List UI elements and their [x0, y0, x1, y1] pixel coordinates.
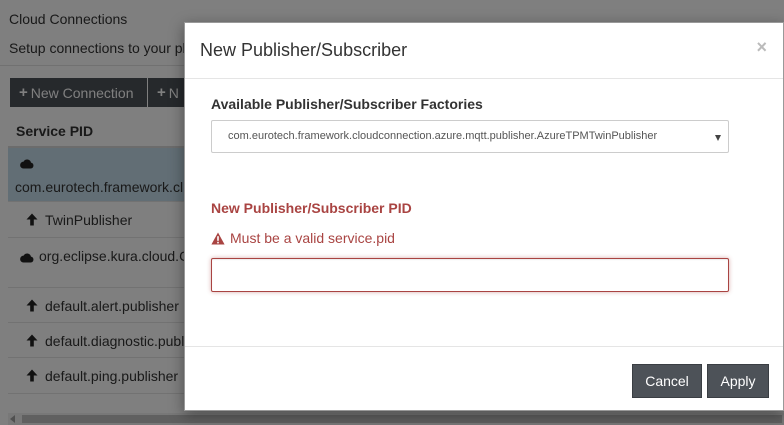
- pid-label: New Publisher/Subscriber PID: [211, 200, 412, 216]
- factories-label: Available Publisher/Subscriber Factories: [211, 96, 483, 112]
- chevron-down-icon: [715, 135, 721, 141]
- dialog-title: New Publisher/Subscriber: [200, 40, 408, 60]
- dialog-header: New Publisher/Subscriber ×: [185, 23, 783, 79]
- new-publisher-subscriber-dialog: New Publisher/Subscriber × Available Pub…: [184, 22, 784, 411]
- pid-error-message: Must be a valid service.pid: [211, 230, 395, 246]
- apply-button[interactable]: Apply: [707, 364, 769, 398]
- pid-error-text: Must be a valid service.pid: [230, 230, 395, 246]
- factories-selected-value: com.eurotech.framework.cloudconnection.a…: [228, 130, 658, 142]
- pid-input[interactable]: [211, 258, 729, 292]
- close-icon[interactable]: ×: [756, 37, 767, 58]
- dialog-footer: Cancel Apply: [185, 346, 783, 412]
- cancel-button[interactable]: Cancel: [632, 364, 702, 398]
- factories-select[interactable]: com.eurotech.framework.cloudconnection.a…: [211, 120, 729, 153]
- warning-icon: [211, 232, 225, 245]
